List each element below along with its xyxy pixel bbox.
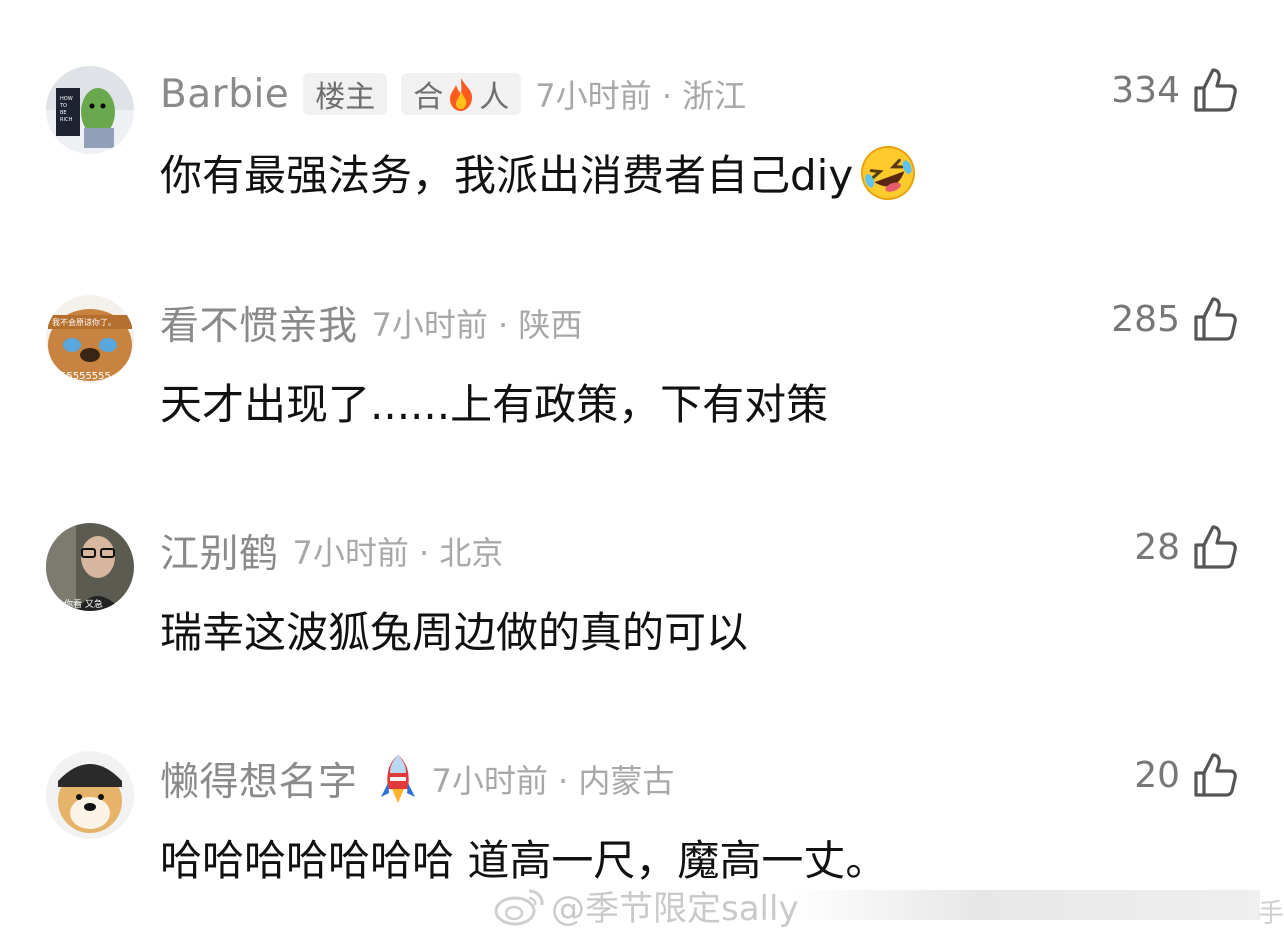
- comment-meta: Barbie 楼主 合 人 7小时前 · 浙江: [160, 69, 746, 119]
- comment-time: 7小时前 · 北京: [292, 534, 504, 572]
- flame-icon: [450, 78, 473, 111]
- comment-item: HOW TO BE RICH Barbie 楼主 合 人 7小时前 · 浙江 你…: [0, 66, 1284, 266]
- like-button[interactable]: 28: [1134, 523, 1238, 571]
- avatar-caption: 你看 又急: [64, 598, 103, 610]
- like-button[interactable]: 334: [1111, 66, 1238, 114]
- like-count: 285: [1111, 298, 1180, 340]
- svg-text:55555555: 55555555: [60, 371, 111, 382]
- like-button[interactable]: 20: [1134, 751, 1238, 799]
- tag-partner: 合 人: [401, 73, 522, 115]
- thumbs-up-icon: [1194, 68, 1237, 112]
- svg-text:BE: BE: [60, 110, 67, 116]
- comment-text: 你有最强法务，我派出消费者自己diy: [160, 142, 917, 203]
- comment-meta: 江别鹤 7小时前 · 北京: [160, 523, 504, 579]
- comment-text: 天才出现了......上有政策，下有对策: [160, 380, 829, 429]
- comment-time: 7小时前 · 浙江: [535, 77, 747, 115]
- avatar-caption: 我不会原谅你了。: [52, 317, 116, 327]
- username[interactable]: Barbie: [160, 72, 289, 117]
- comment-text: 瑞幸这波狐兔周边做的真的可以: [160, 608, 749, 657]
- avatar[interactable]: 你看 又急: [46, 523, 134, 611]
- comment-time: 7小时前 · 内蒙古: [431, 762, 675, 800]
- like-count: 20: [1134, 754, 1180, 796]
- comment-text: 哈哈哈哈哈哈哈 道高一尺，魔高一丈。: [160, 836, 888, 885]
- avatar-book-text: HOW: [60, 96, 73, 102]
- rolling-laughing-emoji-icon: [861, 145, 916, 200]
- svg-text:RICH: RICH: [60, 117, 72, 123]
- like-count: 334: [1111, 69, 1180, 111]
- comment-item: 我不会原谅你了。 55555555 看不惯亲我 7小时前 · 陕西 天才出现了.…: [0, 295, 1284, 495]
- username[interactable]: 江别鹤: [160, 523, 279, 579]
- thumbs-up-icon: [1194, 297, 1237, 341]
- like-count: 28: [1134, 526, 1180, 568]
- comment-meta: 看不惯亲我 7小时前 · 陕西: [160, 295, 583, 351]
- username[interactable]: 看不惯亲我: [160, 295, 358, 351]
- watermark: @季节限定sally: [493, 880, 799, 930]
- thumbs-up-icon: [1194, 525, 1237, 569]
- bottom-fade-bar: [790, 890, 1260, 920]
- rocket-badge-icon: [380, 755, 415, 803]
- weibo-logo-icon: [494, 889, 544, 926]
- tag-original-poster: 楼主: [303, 73, 388, 115]
- comment-meta: 懒得想名字 7小时前 · 内蒙古: [160, 751, 675, 807]
- like-button[interactable]: 285: [1111, 295, 1238, 343]
- thumbs-up-icon: [1194, 753, 1237, 797]
- avatar[interactable]: 我不会原谅你了。 55555555: [46, 295, 134, 383]
- comment-item: 你看 又急 江别鹤 7小时前 · 北京 瑞幸这波狐兔周边做的真的可以 28: [0, 523, 1284, 723]
- edge-glyph: 手: [1258, 899, 1284, 929]
- comment-time: 7小时前 · 陕西: [371, 306, 583, 344]
- watermark-text: @季节限定sally: [551, 888, 799, 929]
- username[interactable]: 懒得想名字: [160, 751, 358, 807]
- avatar[interactable]: [46, 751, 134, 839]
- avatar[interactable]: HOW TO BE RICH: [46, 66, 134, 154]
- svg-text:TO: TO: [59, 103, 67, 109]
